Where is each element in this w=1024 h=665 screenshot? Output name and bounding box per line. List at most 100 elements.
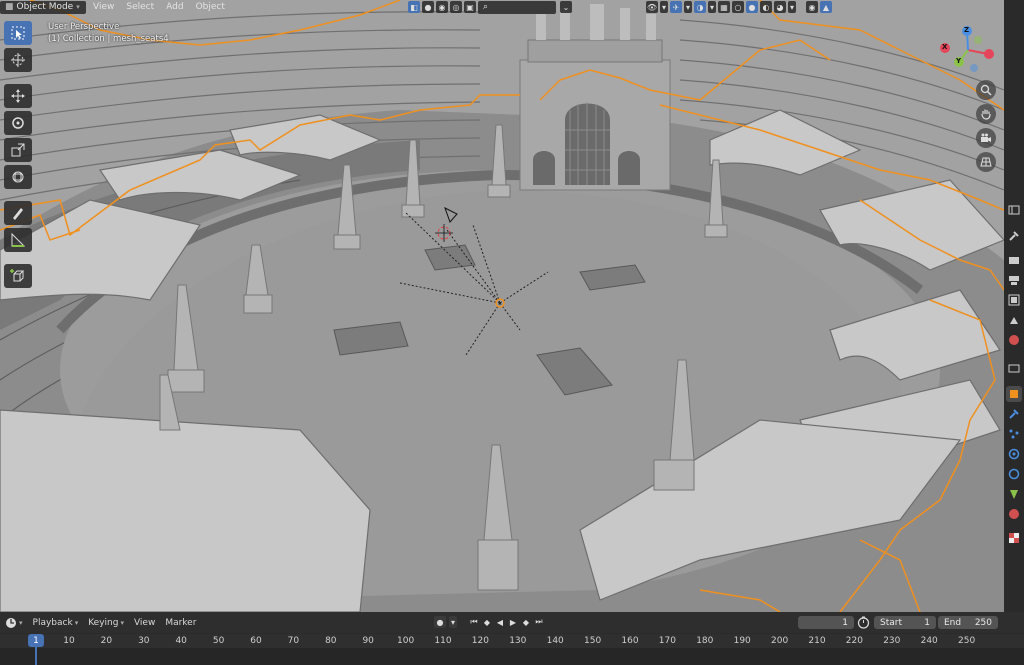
search-icon: ⌕: [483, 2, 489, 12]
texture-icon[interactable]: [1006, 530, 1022, 546]
physics-icon[interactable]: [1006, 446, 1022, 462]
frame-tick-label: 100: [397, 636, 415, 646]
chevron-down-icon[interactable]: ▾: [660, 1, 668, 13]
arena-scene[interactable]: [0, 0, 1004, 612]
collection-icon[interactable]: ▣: [464, 1, 476, 13]
tool-shelf: [4, 21, 34, 288]
rotate-icon[interactable]: [4, 111, 32, 135]
render-properties-icon[interactable]: [1006, 252, 1022, 268]
properties-toggle-icon[interactable]: [1006, 202, 1022, 218]
shading-material-icon[interactable]: ◐: [760, 1, 772, 13]
viewport-header: ■ Object Mode ▾ View Select Add Object: [0, 0, 230, 14]
frame-tick-label: 70: [287, 636, 300, 646]
measure-icon[interactable]: [4, 228, 32, 252]
view-object-types-icon[interactable]: 👁: [646, 1, 658, 13]
collection-label: (1) Collection | mesh_seats4: [48, 34, 169, 44]
chevron-down-icon[interactable]: ▾: [708, 1, 716, 13]
chevron-down-icon[interactable]: ▾: [684, 1, 692, 13]
playback-controls: ⏮ ◆ ◀ ▶ ◆ ⏭: [468, 616, 545, 628]
jump-start-icon[interactable]: ⏮: [468, 616, 480, 628]
object-properties-icon[interactable]: [1006, 386, 1022, 402]
search-field[interactable]: ⌕: [478, 0, 556, 14]
shading-wireframe-icon[interactable]: ○: [732, 1, 744, 13]
play-reverse-icon[interactable]: ◀: [494, 616, 506, 628]
selectability-icon[interactable]: ◧: [408, 1, 420, 13]
menu-object[interactable]: Object: [191, 1, 230, 14]
next-keyframe-icon[interactable]: ◆: [520, 616, 532, 628]
record-icon[interactable]: ●: [434, 616, 446, 628]
perspective-grid-icon[interactable]: [976, 152, 996, 172]
collection-properties-icon[interactable]: [1006, 360, 1022, 376]
tool-settings-icon[interactable]: [1006, 228, 1022, 244]
shading-solid-icon[interactable]: ●: [746, 1, 758, 13]
output-properties-icon[interactable]: [1006, 272, 1022, 288]
perspective-label: User Perspective: [48, 22, 120, 32]
menu-select[interactable]: Select: [121, 1, 159, 14]
chevron-down-icon: ▾: [74, 618, 79, 627]
scene-properties-icon[interactable]: [1006, 312, 1022, 328]
camera-visibility-icon[interactable]: ▲: [820, 1, 832, 13]
editor-type-icon[interactable]: ▾: [0, 616, 28, 630]
timeline-menu-keying[interactable]: Keying ▾: [83, 616, 129, 630]
stopwatch-icon[interactable]: [857, 616, 870, 629]
hide-eye-icon[interactable]: ◉: [806, 1, 818, 13]
current-frame-field[interactable]: 1: [798, 616, 854, 629]
playhead-line[interactable]: [35, 647, 37, 665]
camera-view-icon[interactable]: [976, 128, 996, 148]
prev-keyframe-icon[interactable]: ◆: [481, 616, 493, 628]
chevron-down-icon[interactable]: ▾: [788, 1, 796, 13]
frame-tick-label: 180: [696, 636, 714, 646]
object-types-icon[interactable]: ●: [422, 1, 434, 13]
shading-rendered-icon[interactable]: ◕: [774, 1, 786, 13]
mode-dropdown[interactable]: ■ Object Mode ▾: [0, 0, 86, 14]
menu-add[interactable]: Add: [161, 1, 188, 14]
select-box-icon[interactable]: [4, 21, 32, 45]
3d-viewport[interactable]: ■ Object Mode ▾ View Select Add Object ◧…: [0, 0, 1004, 612]
object-data-icon[interactable]: [1006, 486, 1022, 502]
end-label: End: [944, 617, 962, 628]
transform-icon[interactable]: [4, 165, 32, 189]
frame-tick-label: 240: [920, 636, 938, 646]
navigation-gizmo[interactable]: X Y Z: [938, 24, 1000, 76]
scale-icon[interactable]: [4, 138, 32, 162]
add-cube-icon[interactable]: [4, 264, 32, 288]
chevron-down-icon: ▾: [76, 3, 80, 11]
overlays-toggle-icon[interactable]: ◑: [694, 1, 706, 13]
timeline-menu-playback[interactable]: Playback ▾: [28, 616, 84, 630]
timeline-menu-marker[interactable]: Marker: [160, 616, 201, 630]
frame-tick-label: 40: [175, 636, 187, 646]
chevron-down-icon[interactable]: ▾: [449, 616, 457, 628]
frame-tick-label: 250: [958, 636, 976, 646]
xray-toggle-icon[interactable]: ▦: [718, 1, 730, 13]
annotate-icon[interactable]: [4, 201, 32, 225]
keying-label: Keying: [88, 617, 119, 628]
constraints-icon[interactable]: [1006, 466, 1022, 482]
timeline-track-area[interactable]: [0, 648, 1024, 665]
play-icon[interactable]: ▶: [507, 616, 519, 628]
view-layer-icon[interactable]: [1006, 292, 1022, 308]
frame-tick-label: 200: [771, 636, 789, 646]
world-properties-icon[interactable]: [1006, 332, 1022, 348]
start-label: Start: [880, 617, 902, 628]
frame-tick-label: 220: [845, 636, 863, 646]
overlays-filter-icon[interactable]: ◉: [436, 1, 448, 13]
end-frame-field[interactable]: End 250: [938, 616, 998, 629]
gizmo-toggle-icon[interactable]: ✈: [670, 1, 682, 13]
material-icon[interactable]: [1006, 506, 1022, 522]
frame-ruler[interactable]: 10 20 30 40 50 60 70 80 90 100 110 120 130 140 150 160 1…: [0, 634, 1024, 648]
menu-view[interactable]: View: [88, 1, 119, 14]
move-icon[interactable]: [4, 84, 32, 108]
frame-tick-label: 90: [362, 636, 374, 646]
start-frame-field[interactable]: Start 1: [874, 616, 936, 629]
filter-chevron-icon[interactable]: ⌄: [560, 1, 572, 13]
jump-end-icon[interactable]: ⏭: [533, 616, 545, 628]
visibility-icon[interactable]: ◎: [450, 1, 462, 13]
playhead-frame-indicator[interactable]: 1: [28, 634, 44, 647]
frame-tick-label: 150: [584, 636, 602, 646]
modifier-properties-icon[interactable]: [1006, 406, 1022, 422]
timeline-menu-view[interactable]: View: [129, 616, 160, 630]
cursor-icon[interactable]: [4, 48, 32, 72]
pan-hand-icon[interactable]: [976, 104, 996, 124]
particles-icon[interactable]: [1006, 426, 1022, 442]
zoom-icon[interactable]: [976, 80, 996, 100]
